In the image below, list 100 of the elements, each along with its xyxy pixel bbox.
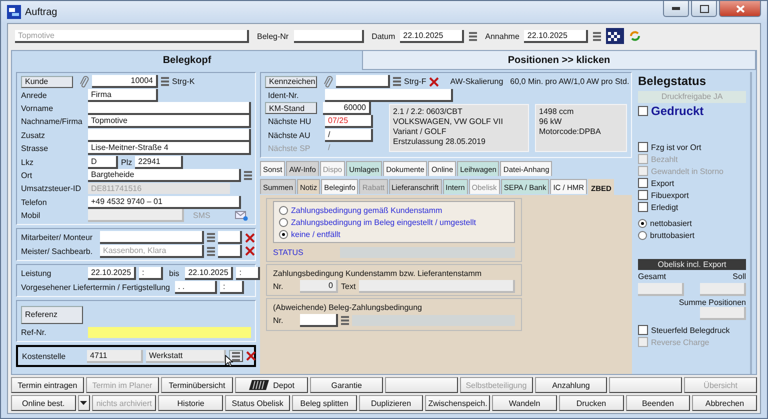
text-field[interactable]: 4711 (87, 350, 143, 363)
text-field[interactable] (88, 128, 251, 142)
customer-number-field[interactable]: 10004 (92, 75, 158, 88)
action-button[interactable]: Wandeln (492, 395, 557, 411)
action-button[interactable]: Drucken (558, 395, 624, 411)
date-field[interactable]: 22.10.2025 (88, 267, 136, 280)
text-field[interactable] (88, 327, 251, 338)
target-field (700, 283, 746, 296)
action-button[interactable]: Duplizieren (358, 395, 424, 411)
date-field[interactable]: / (325, 128, 373, 142)
status-label: STATUS (273, 248, 304, 257)
action-button[interactable]: Beenden (626, 395, 690, 411)
radio-label[interactable]: nettobasiert (650, 218, 692, 228)
action-button[interactable]: Garantie (310, 377, 383, 393)
blank-button[interactable] (609, 377, 682, 393)
action-button[interactable]: Zwischenspeich. (425, 395, 490, 411)
reference-button[interactable]: Referenz (21, 306, 83, 324)
postcode-field[interactable]: 22941 (135, 156, 184, 169)
blank-button[interactable] (384, 377, 458, 393)
time-field[interactable]: : (220, 280, 244, 294)
text-field[interactable] (325, 88, 453, 102)
list-icon[interactable] (341, 316, 349, 326)
tab[interactable]: Positionen >> klicken (362, 51, 756, 70)
radio-label[interactable]: keine / entfällt (291, 230, 340, 239)
list-icon[interactable] (593, 32, 602, 40)
minimize-button[interactable] (663, 1, 689, 17)
date-field[interactable]: 22.10.2025 (524, 30, 588, 42)
list-icon[interactable] (207, 246, 215, 256)
radio-button[interactable] (279, 206, 288, 215)
depot-button[interactable]: Depot (235, 377, 308, 393)
dropdown-button[interactable] (78, 395, 90, 411)
text-field[interactable]: Werkstatt (146, 350, 226, 363)
checkered-flag-icon[interactable] (606, 28, 624, 44)
maximize-button[interactable] (691, 1, 717, 17)
checkbox-label[interactable]: Fzg ist vor Ort (651, 142, 702, 152)
mileage-field[interactable]: 60000 (323, 102, 371, 115)
date-field[interactable]: . . (174, 280, 217, 294)
checkbox[interactable] (638, 325, 648, 335)
text-field[interactable] (100, 231, 204, 244)
paperclip-icon[interactable] (323, 76, 333, 88)
close-button[interactable] (719, 1, 761, 17)
date-field[interactable]: 22.10.2025 (400, 30, 464, 42)
checkbox-label[interactable]: Erledigt (651, 202, 678, 212)
refresh-icon[interactable] (629, 30, 642, 42)
checkbox-label[interactable]: Steuerfeld Belegdruck (651, 326, 730, 334)
text-field[interactable]: Firma (88, 88, 158, 102)
phone-field[interactable]: +49 4532 9740 – 01 (88, 196, 241, 209)
beleg-nr-field[interactable] (294, 30, 364, 42)
text-field[interactable] (300, 314, 338, 328)
list-icon[interactable] (244, 170, 252, 180)
text-field[interactable]: Lise-Meitner-Straße 4 (88, 142, 251, 156)
text-field[interactable]: Bargteheide (88, 168, 241, 182)
list-icon[interactable] (469, 32, 478, 40)
radio-button[interactable] (638, 218, 647, 228)
radio-label[interactable]: Zahlungsbedingung gemäß Kundenstamm (291, 206, 442, 215)
radio-button[interactable] (279, 218, 288, 227)
mileage-button[interactable]: KM-Stand (265, 102, 317, 114)
action-button[interactable]: Anzahlung (534, 377, 608, 393)
action-button[interactable]: Status Obelisk (225, 395, 290, 411)
text-field[interactable] (218, 231, 242, 244)
mobile-field[interactable] (88, 209, 184, 222)
customer-button[interactable]: Kunde (21, 76, 73, 88)
checkbox[interactable] (638, 190, 648, 200)
action-button[interactable]: Online best. (11, 395, 76, 411)
action-button[interactable]: Termin eintragen (11, 377, 84, 393)
text-field[interactable] (358, 280, 515, 293)
action-button[interactable]: Terminübersicht (160, 377, 234, 393)
text-field[interactable] (218, 244, 242, 258)
checkbox[interactable] (638, 106, 648, 116)
list-icon[interactable] (161, 77, 169, 86)
action-button[interactable]: Beleg splitten (292, 395, 357, 411)
time-field[interactable]: : (236, 267, 260, 280)
list-icon[interactable] (207, 233, 215, 242)
radio-label[interactable]: bruttobasiert (650, 230, 694, 240)
checkbox[interactable] (638, 142, 648, 152)
text-field[interactable] (88, 102, 251, 115)
text-field[interactable]: 0 (300, 280, 338, 293)
date-field[interactable]: 22.10.2025 (185, 267, 234, 280)
radio-button[interactable] (279, 230, 288, 239)
text-field[interactable] (336, 75, 390, 88)
country-field[interactable]: D (88, 156, 118, 169)
action-button[interactable]: Historie (158, 395, 224, 411)
text-field[interactable]: Topmotive (88, 115, 251, 128)
checkbox[interactable] (638, 178, 648, 188)
list-button[interactable] (229, 350, 243, 362)
time-field[interactable]: : (139, 267, 163, 280)
field-label: Ident-Nr. (268, 90, 300, 100)
list-icon[interactable] (393, 77, 401, 86)
envelope-icon[interactable] (235, 210, 248, 221)
checkbox-label[interactable]: Export (651, 178, 674, 188)
date-field[interactable]: 07/25 (325, 115, 373, 128)
cross-icon[interactable] (246, 351, 256, 362)
action-button[interactable]: Abbrechen (692, 395, 758, 411)
license-plate-button[interactable]: Kennzeichen (265, 76, 317, 88)
radio-label[interactable]: Zahlungsbedingung im Beleg eingestellt / umgestellt (291, 218, 476, 227)
radio-button[interactable] (638, 230, 647, 240)
checkbox[interactable] (638, 202, 648, 212)
checkbox-label[interactable]: Fibuexport (651, 190, 689, 200)
paperclip-icon[interactable] (79, 76, 89, 88)
checkbox-label[interactable]: Gedruckt (651, 104, 704, 118)
